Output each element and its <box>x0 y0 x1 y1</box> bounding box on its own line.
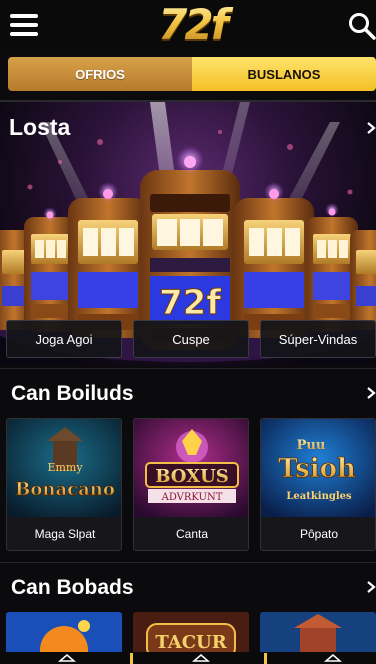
hero-title: Losta <box>9 114 71 140</box>
tab-buslanos[interactable]: BUSLANOS <box>192 57 376 91</box>
hamburger-menu-icon[interactable] <box>10 14 38 36</box>
chevron-right-icon[interactable] <box>364 121 376 135</box>
art-title-text: TACUR <box>155 632 227 653</box>
hero-button-1[interactable]: Joga Agoi <box>6 320 122 358</box>
art-top-text: Puu <box>297 438 326 453</box>
game-thumbnail: Puu Tsioh Leatkingles <box>261 419 375 517</box>
hero-button-2[interactable]: Cuspe <box>133 320 249 358</box>
svg-text:72f: 72f <box>159 283 222 323</box>
row-title-1: Can Boiluds <box>11 382 134 405</box>
art-title-text: Tsioh <box>278 454 356 484</box>
game-label: Maga Slpat <box>34 527 96 541</box>
hero-button-3[interactable]: Súper-Vindas <box>260 320 376 358</box>
art-sub-text: ADVRKUNT <box>161 492 223 503</box>
art-title-text: Bonacano <box>15 479 115 500</box>
search-icon[interactable] <box>348 12 376 40</box>
art-title-text: BOXUS <box>155 466 229 487</box>
chevron-right-icon[interactable] <box>364 580 376 594</box>
bottom-nav-icons <box>57 653 343 664</box>
section-separator <box>0 562 376 563</box>
game-label: Pôpato <box>299 527 339 541</box>
logo-text: 72f <box>146 0 238 49</box>
tab-ofrios[interactable]: OFRIOS <box>8 57 192 91</box>
bottom-nav-bar <box>0 652 376 664</box>
art-top-text: Emmy <box>47 461 83 474</box>
section-separator <box>0 368 376 369</box>
row-title-2: Can Bobads <box>11 576 134 599</box>
game-card[interactable]: BOXUS ADVRKUNT Canta <box>133 418 249 551</box>
app-header: 72f <box>0 0 376 52</box>
game-card[interactable]: Emmy Bonacano Maga Slpat <box>6 418 122 551</box>
hero-banner[interactable]: 72f Losta Joga Agoi Cuspe Súper-Vindas <box>0 102 376 366</box>
brand-logo[interactable]: 72f <box>146 0 238 49</box>
game-label: Canta <box>175 527 209 541</box>
chevron-right-icon[interactable] <box>364 386 376 400</box>
game-thumbnail: BOXUS ADVRKUNT <box>134 419 248 517</box>
game-thumbnail: Emmy Bonacano <box>7 419 121 517</box>
category-tabs: OFRIOS BUSLANOS <box>8 57 376 91</box>
game-card[interactable]: Puu Tsioh Leatkingles Pôpato <box>260 418 376 551</box>
art-sub-text: Leatkingles <box>286 491 352 502</box>
